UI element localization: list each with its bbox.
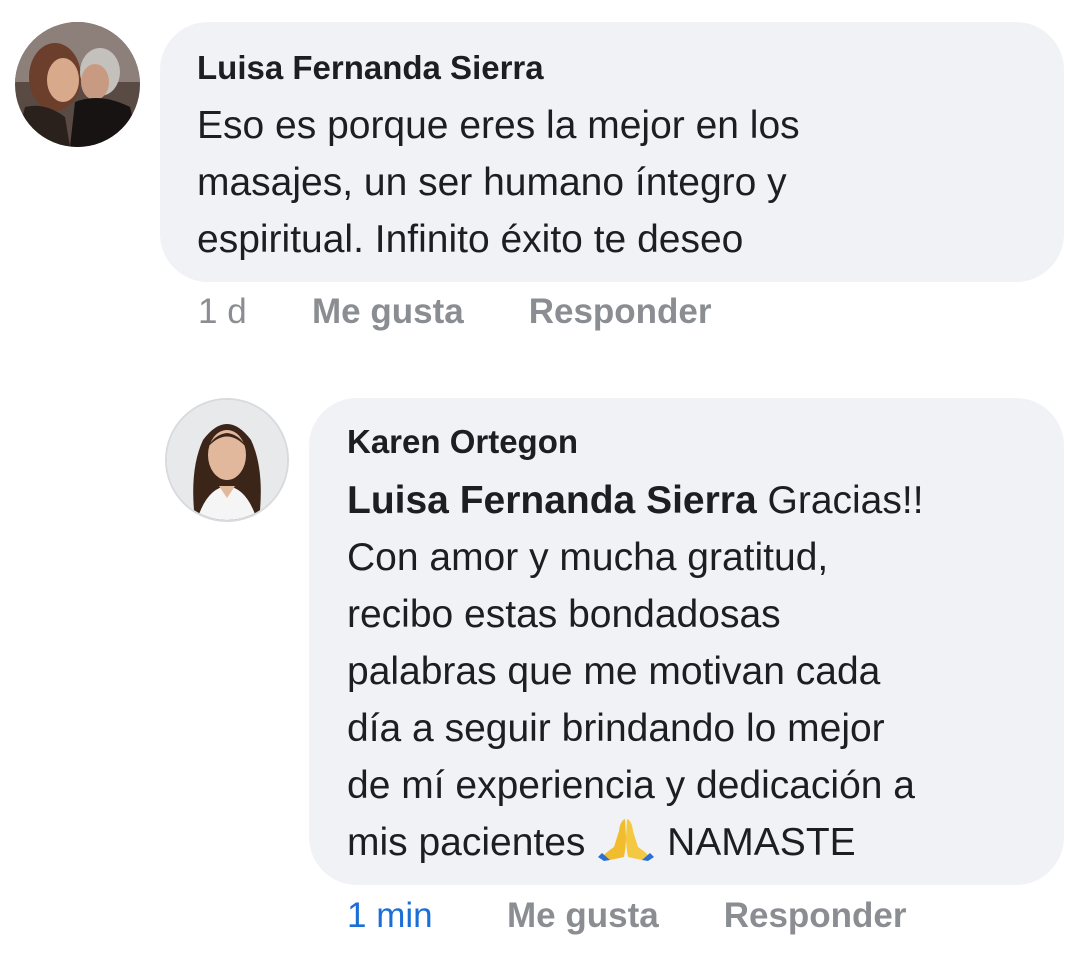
- comment-text-line: palabras que me motivan cada: [347, 650, 881, 693]
- folded-hands-icon: [598, 817, 655, 877]
- comment-actions: 1 min Me gusta Responder: [347, 896, 907, 936]
- comment-timestamp[interactable]: 1 min: [347, 896, 507, 936]
- comment-text-line: recibo estas bondadosas: [347, 593, 781, 636]
- avatar-photo: [167, 400, 287, 520]
- reply-button[interactable]: Responder: [724, 896, 907, 936]
- comment-timestamp[interactable]: 1 d: [198, 292, 312, 332]
- avatar[interactable]: [15, 22, 140, 147]
- comment-bubble: Luisa Fernanda Sierra Eso es porque eres…: [160, 22, 1064, 282]
- comment-text-line: masajes, un ser humano íntegro y: [197, 161, 787, 204]
- reply-button[interactable]: Responder: [529, 292, 712, 332]
- like-button[interactable]: Me gusta: [507, 896, 659, 936]
- avatar-photo: [15, 22, 140, 147]
- comment-text-line: Eso es porque eres la mejor en los: [197, 104, 800, 147]
- comment-author[interactable]: Karen Ortegon: [347, 422, 1034, 462]
- like-button[interactable]: Me gusta: [312, 292, 464, 332]
- comment-text: mis pacientes: [347, 821, 586, 864]
- comment-text: NAMASTE: [667, 821, 856, 864]
- comment-text-line: de mí experiencia y dedicación a: [347, 764, 915, 807]
- mention-link[interactable]: Luisa Fernanda Sierra: [347, 479, 757, 522]
- comment-text: Gracias!!: [767, 479, 924, 522]
- comment-author[interactable]: Luisa Fernanda Sierra: [197, 48, 1028, 88]
- comment-bubble: Karen Ortegon Luisa Fernanda Sierra Grac…: [309, 398, 1064, 885]
- comment-text-line: espiritual. Infinito éxito te deseo: [197, 218, 744, 261]
- comment-actions: 1 d Me gusta Responder: [198, 292, 712, 332]
- avatar[interactable]: [165, 398, 289, 522]
- comment-text-line: día a seguir brindando lo mejor: [347, 707, 885, 750]
- comment-text-line: Con amor y mucha gratitud,: [347, 536, 829, 579]
